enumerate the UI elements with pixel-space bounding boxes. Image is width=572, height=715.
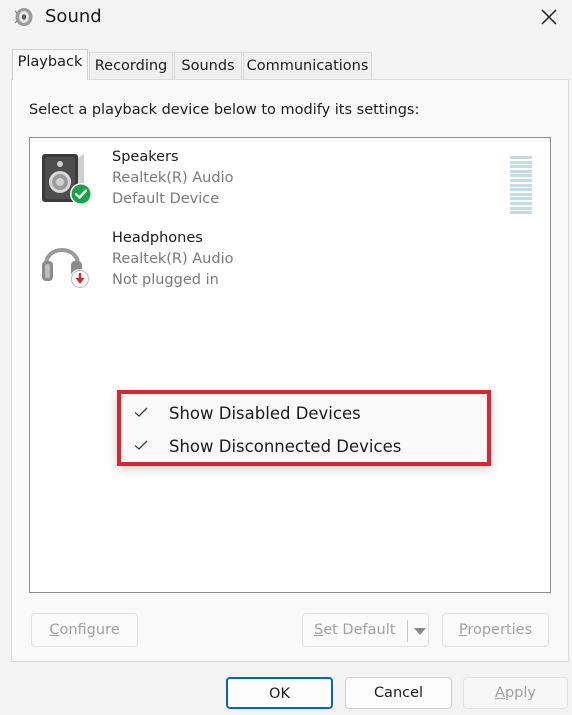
device-list[interactable]: Speakers Realtek(R) Audio Default Device <box>29 137 551 593</box>
tab-communications[interactable]: Communications <box>243 52 372 79</box>
tab-recording[interactable]: Recording <box>89 52 173 79</box>
apply-button[interactable]: Apply <box>463 677 568 709</box>
device-status: Default Device <box>112 191 220 207</box>
default-check-icon <box>70 183 92 205</box>
ok-button[interactable]: OK <box>226 677 333 709</box>
set-default-split-button[interactable]: Set Default <box>302 613 429 647</box>
checkmark-icon <box>134 407 148 417</box>
device-name: Speakers <box>112 149 179 165</box>
menu-item-show-disconnected[interactable]: Show Disconnected Devices <box>121 431 487 463</box>
checkmark-icon <box>134 440 148 450</box>
set-default-label: et Default <box>323 622 396 638</box>
context-menu: Show Disabled Devices Show Disconnected … <box>117 390 491 466</box>
set-default-access-key: S <box>314 622 324 638</box>
menu-item-show-disabled[interactable]: Show Disabled Devices <box>121 398 487 430</box>
unplugged-arrow-icon <box>70 269 90 289</box>
menu-item-label: Show Disabled Devices <box>169 404 361 423</box>
playback-panel: Select a playback device below to modify… <box>11 79 569 662</box>
properties-button[interactable]: Properties <box>442 613 549 647</box>
title-bar: Sound <box>0 0 572 38</box>
device-driver: Realtek(R) Audio <box>112 251 234 267</box>
device-status: Not plugged in <box>112 272 219 288</box>
device-driver: Realtek(R) Audio <box>112 170 234 186</box>
device-headphones[interactable]: Headphones Realtek(R) Audio Not plugged … <box>30 227 550 307</box>
apply-access-key: A <box>495 685 505 701</box>
configure-access-key: C <box>49 622 60 638</box>
configure-label: onfigure <box>59 622 120 638</box>
tab-playback[interactable]: Playback <box>12 49 88 80</box>
menu-item-label: Show Disconnected Devices <box>169 437 402 456</box>
close-icon[interactable] <box>534 2 564 32</box>
cancel-button[interactable]: Cancel <box>345 677 452 709</box>
volume-level-meter <box>510 156 532 220</box>
configure-button[interactable]: Configure <box>31 613 138 647</box>
tab-sounds[interactable]: Sounds <box>174 52 242 79</box>
sound-dialog: Sound Playback Recording Sounds Communic… <box>0 0 572 715</box>
apply-label: pply <box>504 685 536 701</box>
speaker-icon <box>42 154 92 205</box>
speaker-app-icon <box>14 8 33 26</box>
device-speakers[interactable]: Speakers Realtek(R) Audio Default Device <box>30 146 550 226</box>
instructions-text: Select a playback device below to modify… <box>29 102 420 118</box>
window-title: Sound <box>45 6 102 27</box>
properties-label: roperties <box>467 622 533 638</box>
device-name: Headphones <box>112 230 203 246</box>
chevron-down-icon[interactable] <box>413 626 427 636</box>
split-divider <box>407 620 408 642</box>
headphones-icon <box>42 248 90 289</box>
